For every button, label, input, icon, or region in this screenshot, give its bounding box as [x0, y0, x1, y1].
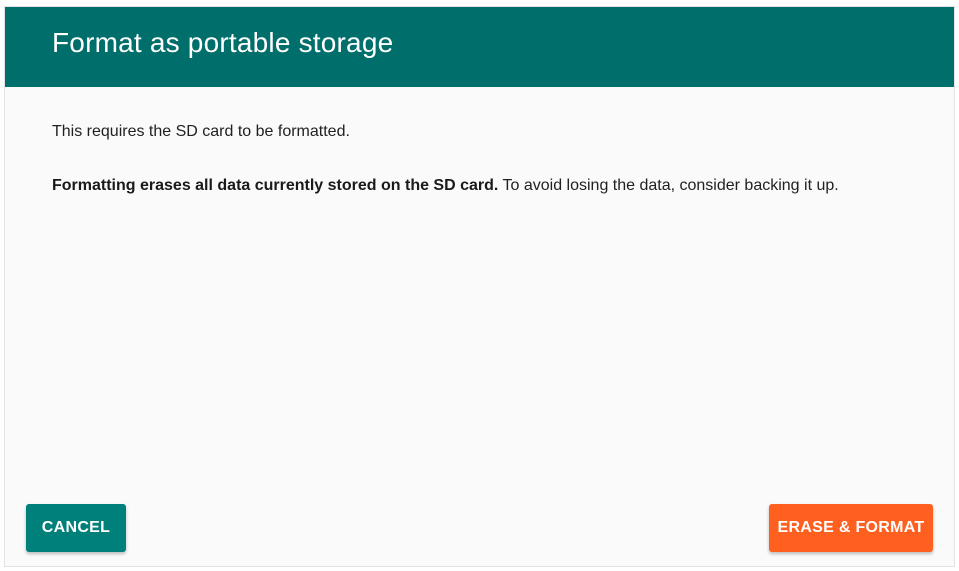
cancel-button[interactable]: CANCEL	[26, 504, 126, 552]
dialog-title: Format as portable storage	[52, 27, 394, 58]
screen: Format as portable storage This requires…	[0, 0, 959, 571]
dialog-header: Format as portable storage	[5, 7, 954, 87]
format-dialog: Format as portable storage This requires…	[4, 6, 955, 567]
format-requirement-text: This requires the SD card to be formatte…	[52, 123, 350, 140]
format-warning-rest: To avoid losing the data, consider backi…	[498, 177, 839, 194]
format-warning-bold: Formatting erases all data currently sto…	[52, 177, 499, 194]
erase-and-format-button[interactable]: ERASE & FORMAT	[769, 504, 933, 552]
format-warning-text: Formatting erases all data currently sto…	[52, 177, 839, 195]
